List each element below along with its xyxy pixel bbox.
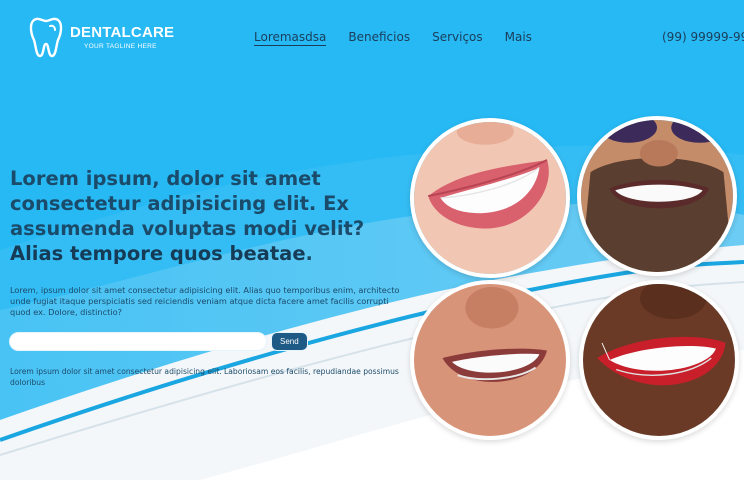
signup-form: Send xyxy=(9,332,308,351)
smile-photo-2 xyxy=(577,116,737,276)
smile-photo-3-image xyxy=(414,284,566,436)
phone-number[interactable]: (99) 99999-99 xyxy=(662,30,744,44)
smile-photo-4 xyxy=(579,280,739,440)
smile-photo-1-image xyxy=(414,122,566,274)
headline-bold-text: Alias tempore quos beatae xyxy=(10,242,306,265)
logo[interactable]: DENTALCARE YOUR TAGLINE HERE xyxy=(28,16,174,58)
nav-item-servicos[interactable]: Serviços xyxy=(432,30,483,46)
brand-name-part1: DENTAL xyxy=(70,23,131,41)
brand-name-part2: CARE xyxy=(130,23,175,41)
headline-end-text: . xyxy=(305,242,313,265)
nav-item-loremasdsa[interactable]: Loremasdsa xyxy=(254,30,327,46)
headline-regular-text: Lorem ipsum, dolor sit amet consectetur … xyxy=(10,167,365,240)
tagline: YOUR TAGLINE HERE xyxy=(84,42,157,50)
brand-name: DENTALCARE xyxy=(70,23,175,41)
send-button[interactable]: Send xyxy=(271,332,308,351)
smile-photo-3 xyxy=(410,280,570,440)
nav-item-mais[interactable]: Mais xyxy=(505,30,532,46)
smile-photo-1 xyxy=(410,118,570,278)
main-nav: Loremasdsa Beneficios Serviços Mais xyxy=(254,30,554,46)
hero-note: Lorem ipsum dolor sit amet consectetur a… xyxy=(10,367,399,387)
smile-photo-2-image xyxy=(581,120,733,272)
hero-description: Lorem, ipsum dolor sit amet consectetur … xyxy=(10,285,400,317)
email-input[interactable] xyxy=(9,332,267,351)
nav-item-beneficios[interactable]: Beneficios xyxy=(348,30,410,46)
smile-photo-4-image xyxy=(583,284,735,436)
tooth-icon xyxy=(29,17,63,58)
hero-headline: Lorem ipsum, dolor sit amet consectetur … xyxy=(10,166,410,266)
